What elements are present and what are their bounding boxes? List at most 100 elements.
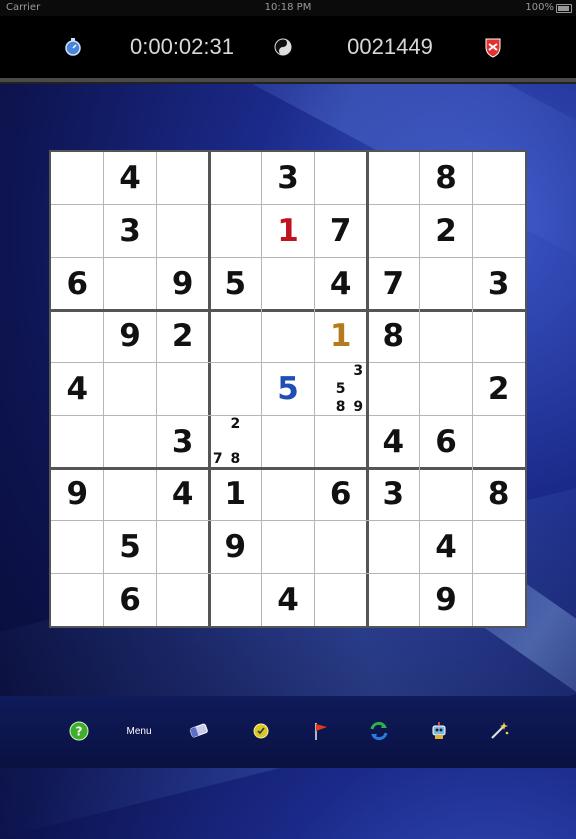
sudoku-cell[interactable] <box>104 363 157 416</box>
sudoku-cell[interactable]: 1 <box>209 468 262 521</box>
sudoku-cell[interactable]: 2 <box>156 310 209 363</box>
sudoku-cell[interactable]: 7 <box>367 257 420 310</box>
sudoku-cell[interactable] <box>367 521 420 574</box>
sudoku-cell[interactable]: 9 <box>51 468 104 521</box>
sudoku-cell[interactable]: 5 <box>104 521 157 574</box>
sudoku-cell[interactable]: 9 <box>156 257 209 310</box>
sudoku-cell[interactable]: 6 <box>51 257 104 310</box>
sudoku-cell[interactable]: 3 <box>104 205 157 258</box>
sudoku-cell[interactable] <box>51 415 104 468</box>
hint-icon[interactable] <box>246 716 276 746</box>
cell-digit: 9 <box>224 528 247 565</box>
sudoku-cell[interactable]: 4 <box>420 521 473 574</box>
sudoku-cell[interactable] <box>420 468 473 521</box>
help-icon[interactable]: ? <box>64 716 94 746</box>
sudoku-cell[interactable] <box>156 152 209 205</box>
sudoku-cell[interactable]: 4 <box>367 415 420 468</box>
sudoku-cell[interactable] <box>314 152 367 205</box>
sudoku-cell[interactable] <box>156 205 209 258</box>
sudoku-cell[interactable]: 8 <box>472 468 525 521</box>
sudoku-cell[interactable] <box>262 310 315 363</box>
sudoku-cell[interactable]: 4 <box>104 152 157 205</box>
sudoku-cell[interactable] <box>262 468 315 521</box>
sudoku-cell[interactable] <box>51 573 104 626</box>
sudoku-cell[interactable] <box>420 257 473 310</box>
flag-icon[interactable] <box>306 716 336 746</box>
sudoku-cell[interactable]: 5 <box>209 257 262 310</box>
sudoku-cell[interactable]: 3 <box>472 257 525 310</box>
sudoku-cell[interactable] <box>420 363 473 416</box>
sudoku-cell[interactable] <box>156 573 209 626</box>
sudoku-cell[interactable]: 2 <box>420 205 473 258</box>
sudoku-cell[interactable] <box>209 205 262 258</box>
cell-digit: 5 <box>119 528 141 565</box>
menu-button[interactable]: Menu <box>124 716 154 746</box>
sudoku-cell[interactable]: 7 <box>314 205 367 258</box>
sudoku-cell[interactable]: 8 <box>420 152 473 205</box>
sudoku-cell[interactable] <box>367 205 420 258</box>
cell-digit: 1 <box>224 476 247 513</box>
sudoku-board: 4383172695473921845358923278469416385946… <box>49 150 527 628</box>
sudoku-cell[interactable] <box>314 415 367 468</box>
eraser-icon[interactable] <box>184 716 214 746</box>
yin-yang-icon[interactable] <box>268 16 298 78</box>
sudoku-cell[interactable] <box>209 573 262 626</box>
sudoku-cell[interactable]: 5 <box>262 363 315 416</box>
cell-digit: 2 <box>171 318 194 355</box>
sudoku-cell[interactable]: 9 <box>420 573 473 626</box>
cell-digit: 4 <box>119 160 141 197</box>
sudoku-cell[interactable] <box>104 257 157 310</box>
sudoku-cell[interactable]: 6 <box>314 468 367 521</box>
refresh-icon[interactable] <box>364 716 394 746</box>
stopwatch-icon[interactable] <box>58 16 88 78</box>
sudoku-cell[interactable] <box>472 415 525 468</box>
sudoku-cell[interactable] <box>367 152 420 205</box>
sudoku-cell[interactable] <box>367 573 420 626</box>
sudoku-cell[interactable]: 3 <box>367 468 420 521</box>
sudoku-cell[interactable]: 8 <box>367 310 420 363</box>
sudoku-cell[interactable]: 6 <box>420 415 473 468</box>
sudoku-cell[interactable]: 4 <box>262 573 315 626</box>
sudoku-cell[interactable] <box>472 310 525 363</box>
sudoku-cell[interactable]: 9 <box>104 310 157 363</box>
sudoku-cell[interactable]: 2 <box>472 363 525 416</box>
sudoku-cell[interactable]: 9 <box>209 521 262 574</box>
elapsed-timer: 0:00:02:31 <box>130 34 234 59</box>
sudoku-cell[interactable] <box>472 205 525 258</box>
sudoku-cell[interactable] <box>420 310 473 363</box>
sudoku-cell[interactable] <box>209 310 262 363</box>
sudoku-cell[interactable]: 3 <box>262 152 315 205</box>
sudoku-cell[interactable] <box>51 310 104 363</box>
sudoku-cell[interactable] <box>472 521 525 574</box>
sudoku-cell[interactable] <box>51 521 104 574</box>
sudoku-cell[interactable] <box>472 573 525 626</box>
shield-icon[interactable] <box>478 16 508 78</box>
sudoku-cell[interactable]: 6 <box>104 573 157 626</box>
sudoku-cell[interactable] <box>209 363 262 416</box>
sudoku-cell[interactable] <box>104 468 157 521</box>
sudoku-cell[interactable] <box>314 573 367 626</box>
sudoku-cell[interactable]: 3589 <box>314 363 367 416</box>
sudoku-cell[interactable] <box>472 152 525 205</box>
sudoku-cell[interactable] <box>51 205 104 258</box>
menu-label: Menu <box>126 725 152 737</box>
robot-icon[interactable] <box>424 716 454 746</box>
sudoku-cell[interactable]: 4 <box>51 363 104 416</box>
magic-wand-icon[interactable] <box>484 716 514 746</box>
sudoku-cell[interactable] <box>262 257 315 310</box>
sudoku-cell[interactable]: 1 <box>262 205 315 258</box>
sudoku-cell[interactable] <box>51 152 104 205</box>
sudoku-cell[interactable]: 4 <box>314 257 367 310</box>
sudoku-cell[interactable] <box>367 363 420 416</box>
sudoku-cell[interactable] <box>104 415 157 468</box>
sudoku-cell[interactable]: 1 <box>314 310 367 363</box>
sudoku-cell[interactable]: 3 <box>156 415 209 468</box>
sudoku-cell[interactable] <box>314 521 367 574</box>
sudoku-cell[interactable] <box>156 521 209 574</box>
sudoku-cell[interactable]: 4 <box>156 468 209 521</box>
sudoku-cell[interactable]: 2 78 <box>209 415 262 468</box>
sudoku-cell[interactable] <box>156 363 209 416</box>
sudoku-cell[interactable] <box>209 152 262 205</box>
sudoku-cell[interactable] <box>262 415 315 468</box>
sudoku-cell[interactable] <box>262 521 315 574</box>
